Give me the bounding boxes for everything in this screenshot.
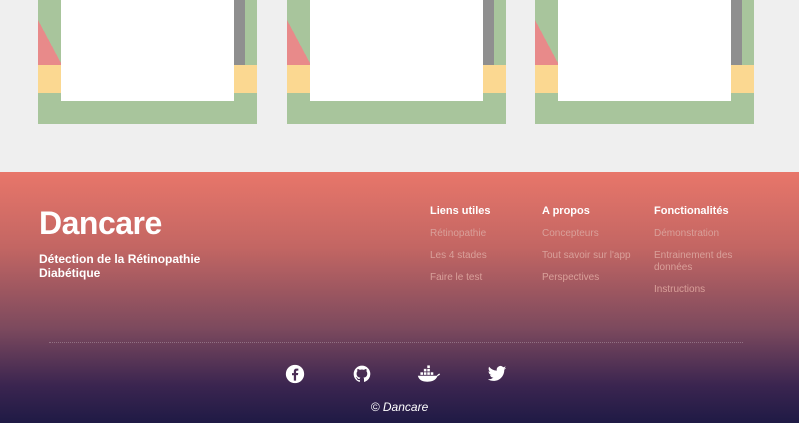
cards-section xyxy=(0,0,799,172)
card-pink-shape xyxy=(287,20,311,65)
footer-column-liens: Liens utiles Rétinopathie Les 4 stades F… xyxy=(430,205,540,294)
footer-tagline: Détection de la Rétinopathie Diabétique xyxy=(39,252,201,280)
footer-link-test[interactable]: Faire le test xyxy=(430,272,540,284)
footer-link-entrainement[interactable]: Entrainement des données xyxy=(654,250,754,274)
card-2[interactable] xyxy=(287,0,506,124)
footer-divider xyxy=(49,342,743,343)
card-1[interactable] xyxy=(38,0,257,124)
card-image xyxy=(310,0,483,101)
twitter-icon[interactable] xyxy=(485,362,509,386)
footer-link-perspectives[interactable]: Perspectives xyxy=(542,272,652,284)
card-image xyxy=(558,0,731,101)
footer-link-demonstration[interactable]: Démonstration xyxy=(654,228,754,240)
footer-link-retinopathie[interactable]: Rétinopathie xyxy=(430,228,540,240)
footer-link-concepteurs[interactable]: Concepteurs xyxy=(542,228,652,240)
footer-brand[interactable]: Dancare xyxy=(39,205,162,242)
footer-column-fonctionalites: Fonctionalités Démonstration Entrainemen… xyxy=(654,205,754,306)
footer-link-instructions[interactable]: Instructions xyxy=(654,284,754,296)
footer-link-stades[interactable]: Les 4 stades xyxy=(430,250,540,262)
card-image xyxy=(61,0,234,101)
footer-column-apropos: A propos Concepteurs Tout savoir sur l'a… xyxy=(542,205,652,294)
card-pink-shape xyxy=(535,20,559,65)
docker-icon[interactable] xyxy=(417,362,441,386)
card-pink-shape xyxy=(38,20,62,65)
column-title: Liens utiles xyxy=(430,205,491,217)
copyright: © Dancare xyxy=(370,400,429,414)
column-title: A propos xyxy=(542,205,590,217)
card-gray-band xyxy=(234,0,245,65)
column-title: Fonctionalités xyxy=(654,205,729,217)
github-icon[interactable] xyxy=(350,362,374,386)
card-gray-band xyxy=(731,0,742,65)
card-3[interactable] xyxy=(535,0,754,124)
facebook-icon[interactable] xyxy=(283,362,307,386)
social-links xyxy=(0,362,799,386)
card-gray-band xyxy=(483,0,494,65)
footer-link-app[interactable]: Tout savoir sur l'app xyxy=(542,250,652,262)
site-footer: Dancare Détection de la Rétinopathie Dia… xyxy=(0,172,799,423)
